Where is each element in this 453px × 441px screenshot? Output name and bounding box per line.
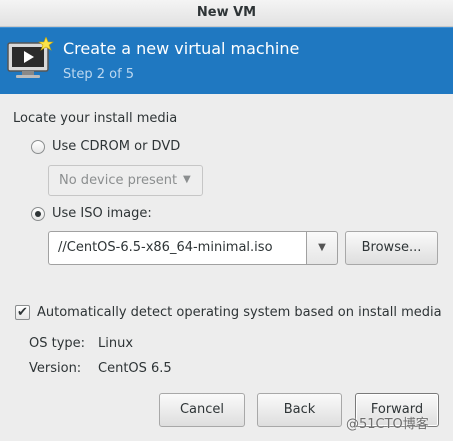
install-media-heading: Locate your install media	[13, 111, 178, 126]
cancel-button[interactable]: Cancel	[159, 393, 245, 427]
window-titlebar[interactable]: New VM	[0, 0, 453, 27]
chevron-down-icon: ▼	[318, 242, 326, 253]
iso-history-dropdown[interactable]: ▼	[306, 231, 338, 265]
back-button[interactable]: Back	[257, 393, 342, 427]
auto-detect-label[interactable]: Automatically detect operating system ba…	[37, 305, 442, 320]
device-select-value: No device present	[59, 173, 178, 188]
device-select: No device present ▼	[48, 165, 203, 196]
wizard-title: Create a new virtual machine	[63, 39, 300, 58]
cdrom-radio-label[interactable]: Use CDROM or DVD	[52, 139, 180, 154]
version-value: CentOS 6.5	[98, 361, 172, 376]
browse-button[interactable]: Browse...	[345, 231, 438, 265]
auto-detect-checkbox[interactable]: ✔	[15, 305, 30, 320]
cdrom-radio[interactable]	[31, 140, 45, 154]
iso-path-input[interactable]: //CentOS-6.5-x86_64-minimal.iso	[48, 231, 306, 265]
window-title: New VM	[196, 5, 257, 20]
wizard-step: Step 2 of 5	[63, 67, 135, 82]
checkmark-icon: ✔	[17, 305, 28, 320]
virtual-machine-icon	[7, 37, 54, 78]
wizard-header: Create a new virtual machine Step 2 of 5	[0, 27, 453, 94]
iso-radio-label[interactable]: Use ISO image:	[52, 206, 152, 221]
iso-radio[interactable]	[31, 207, 45, 221]
os-type-label: OS type:	[29, 336, 86, 351]
chevron-down-icon: ▼	[183, 174, 191, 185]
watermark: @51CTO博客	[346, 417, 429, 432]
iso-path-value: //CentOS-6.5-x86_64-minimal.iso	[58, 240, 273, 255]
version-label: Version:	[29, 361, 82, 376]
os-type-value: Linux	[98, 336, 134, 351]
